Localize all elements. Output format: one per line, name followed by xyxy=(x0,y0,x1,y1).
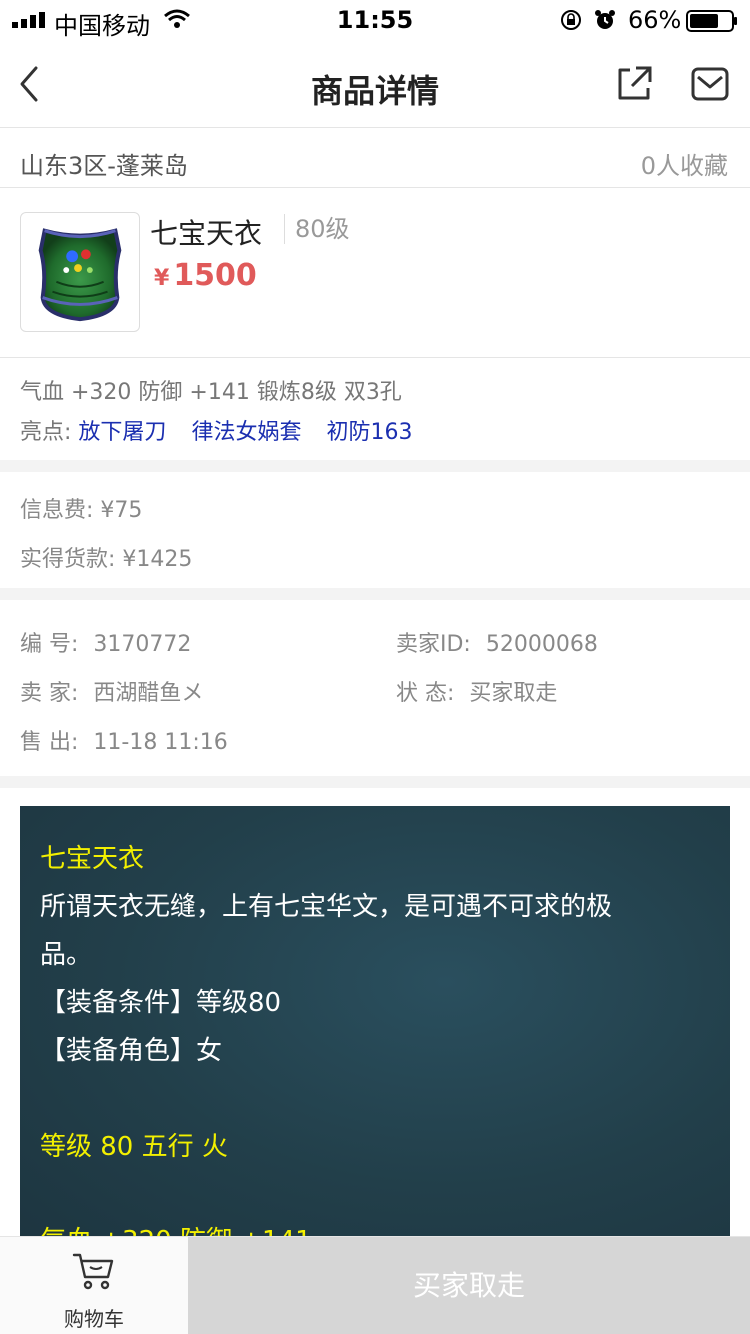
product-name: 七宝天衣 xyxy=(150,217,263,250)
section-divider xyxy=(0,588,750,600)
seller-label: 卖 家: xyxy=(20,681,79,706)
status-bar: 中国移动 11:55 66% xyxy=(0,0,750,40)
product-stats: 气血 +320 防御 +141 锻炼8级 双3孔 xyxy=(20,380,402,405)
sold-time-row: 售 出: 11-18 11:16 xyxy=(20,724,228,756)
share-icon[interactable] xyxy=(614,64,654,104)
seller-id: 52000068 xyxy=(485,632,598,657)
seller-name: 西湖醋鱼メ xyxy=(93,681,204,706)
message-icon[interactable] xyxy=(690,66,730,102)
product-summary: 七宝天衣 80级 ¥1500 xyxy=(0,188,750,358)
desc-text-line: 所谓天衣无缝，上有七宝华文，是可遇不可求的极 xyxy=(40,892,613,922)
battery-percent: 66% xyxy=(628,6,682,34)
section-divider xyxy=(0,460,750,472)
nav-bar: 商品详情 xyxy=(0,40,750,128)
sold-time: 11-18 11:16 xyxy=(93,730,228,755)
price-value: 1500 xyxy=(173,258,257,293)
battery-icon xyxy=(686,10,737,32)
desc-level-element: 等级 80 五行 火 xyxy=(40,1132,228,1162)
currency-symbol: ¥ xyxy=(154,266,170,291)
seller-row: 卖 家: 西湖醋鱼メ xyxy=(20,675,203,707)
desc-requirement-level: 【装备条件】等级80 xyxy=(40,988,282,1018)
order-number-label: 编 号: xyxy=(20,632,79,657)
desc-title: 七宝天衣 xyxy=(40,844,145,874)
status-value: 买家取走 xyxy=(469,681,558,706)
cart-label: 购物车 xyxy=(64,1307,124,1331)
product-image[interactable] xyxy=(20,212,140,332)
product-level: 80级 xyxy=(284,214,350,244)
desc-text-line: 品。 xyxy=(40,940,93,970)
order-number: 3170772 xyxy=(93,632,192,657)
favorite-count[interactable]: 0人收藏 xyxy=(641,146,728,181)
desc-requirement-role: 【装备角色】女 xyxy=(40,1036,223,1066)
highlight-tag[interactable]: 律法女娲套 xyxy=(191,420,301,445)
shopping-cart-icon xyxy=(72,1253,114,1290)
order-number-row: 编 号: 3170772 xyxy=(20,626,191,658)
item-description-panel: 七宝天衣 所谓天衣无缝，上有七宝华文，是可遇不可求的极 品。 【装备条件】等级8… xyxy=(20,806,730,1246)
rotation-lock-icon xyxy=(561,10,581,30)
status-row: 状 态: 买家取走 xyxy=(396,675,557,707)
info-fee: 信息费: ¥75 xyxy=(20,498,143,523)
sold-label: 售 出: xyxy=(20,730,79,755)
buyer-picked-up-button[interactable]: 买家取走 xyxy=(188,1237,750,1334)
highlights-label: 亮点: xyxy=(20,420,72,445)
listing-header: 山东3区-蓬莱岛 0人收藏 xyxy=(0,128,750,188)
seller-id-label: 卖家ID: xyxy=(396,632,471,657)
bottom-action-bar: 购物车 买家取走 xyxy=(0,1236,750,1334)
highlight-tag[interactable]: 初防163 xyxy=(326,420,412,445)
armor-icon xyxy=(38,228,122,322)
status-label: 状 态: xyxy=(396,681,455,706)
cart-button[interactable]: 购物车 xyxy=(0,1237,188,1334)
seller-id-row: 卖家ID: 52000068 xyxy=(396,626,598,658)
section-divider xyxy=(0,776,750,788)
product-price: ¥1500 xyxy=(154,258,257,293)
alarm-icon xyxy=(595,10,615,29)
highlight-tag[interactable]: 放下屠刀 xyxy=(78,420,166,445)
highlights-row: 亮点: 放下屠刀 律法女娲套 初防163 xyxy=(20,414,412,446)
net-payment: 实得货款: ¥1425 xyxy=(20,547,193,572)
server-name: 山东3区-蓬莱岛 xyxy=(20,152,188,180)
